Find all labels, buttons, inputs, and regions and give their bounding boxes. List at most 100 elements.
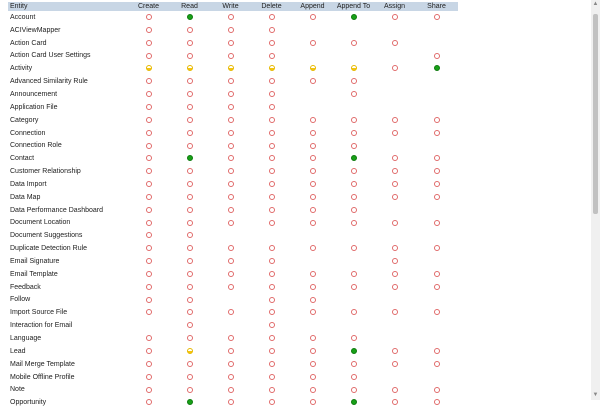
privilege-cell-delete[interactable]	[251, 127, 292, 140]
privilege-cell-delete[interactable]	[251, 281, 292, 294]
privilege-none-icon[interactable]	[186, 129, 193, 136]
privilege-cell-append[interactable]	[292, 332, 333, 345]
privilege-cell-append[interactable]	[292, 37, 333, 50]
privilege-cell-append[interactable]	[292, 62, 333, 75]
privilege-cell-append[interactable]	[292, 281, 333, 294]
privilege-cell-append-to[interactable]	[333, 204, 374, 217]
privilege-cell-share[interactable]	[415, 396, 458, 409]
privilege-cell-create[interactable]	[128, 306, 169, 319]
privilege-cell-write[interactable]	[210, 396, 251, 409]
privilege-organization-icon[interactable]	[350, 348, 357, 355]
privilege-cell-create[interactable]	[128, 396, 169, 409]
privilege-cell-write[interactable]	[210, 281, 251, 294]
privilege-organization-icon[interactable]	[433, 65, 440, 72]
privilege-organization-icon[interactable]	[186, 14, 193, 21]
privilege-none-icon[interactable]	[186, 322, 193, 329]
privilege-none-icon[interactable]	[227, 245, 234, 252]
privilege-cell-append[interactable]	[292, 345, 333, 358]
privilege-cell-create[interactable]	[128, 332, 169, 345]
privilege-cell-create[interactable]	[128, 139, 169, 152]
privilege-cell-read[interactable]	[169, 396, 210, 409]
privilege-none-icon[interactable]	[391, 155, 398, 162]
privilege-cell-delete[interactable]	[251, 24, 292, 37]
privilege-cell-write[interactable]	[210, 268, 251, 281]
privilege-cell-append[interactable]	[292, 306, 333, 319]
privilege-none-icon[interactable]	[268, 206, 275, 213]
privilege-cell-create[interactable]	[128, 358, 169, 371]
scroll-up-arrow-icon[interactable]: ▲	[591, 0, 600, 9]
privilege-none-icon[interactable]	[186, 219, 193, 226]
privilege-none-icon[interactable]	[186, 258, 193, 265]
privilege-cell-create[interactable]	[128, 255, 169, 268]
privilege-cell-write[interactable]	[210, 127, 251, 140]
privilege-cell-create[interactable]	[128, 383, 169, 396]
privilege-cell-delete[interactable]	[251, 178, 292, 191]
privilege-cell-assign[interactable]	[374, 62, 415, 75]
privilege-none-icon[interactable]	[227, 14, 234, 21]
privilege-cell-write[interactable]	[210, 371, 251, 384]
privilege-cell-read[interactable]	[169, 152, 210, 165]
privilege-none-icon[interactable]	[145, 168, 152, 175]
privilege-cell-read[interactable]	[169, 306, 210, 319]
privilege-none-icon[interactable]	[145, 26, 152, 33]
privilege-none-icon[interactable]	[268, 386, 275, 393]
privilege-cell-create[interactable]	[128, 294, 169, 307]
privilege-none-icon[interactable]	[433, 245, 440, 252]
privilege-cell-read[interactable]	[169, 242, 210, 255]
privilege-cell-delete[interactable]	[251, 37, 292, 50]
privilege-none-icon[interactable]	[227, 283, 234, 290]
privilege-none-icon[interactable]	[227, 103, 234, 110]
privilege-cell-create[interactable]	[128, 178, 169, 191]
privilege-none-icon[interactable]	[350, 78, 357, 85]
privilege-none-icon[interactable]	[268, 245, 275, 252]
privilege-cell-read[interactable]	[169, 319, 210, 332]
privilege-cell-share[interactable]	[415, 11, 458, 24]
privilege-cell-append[interactable]	[292, 139, 333, 152]
privilege-cell-create[interactable]	[128, 165, 169, 178]
privilege-none-icon[interactable]	[227, 206, 234, 213]
privilege-none-icon[interactable]	[350, 283, 357, 290]
privilege-cell-create[interactable]	[128, 37, 169, 50]
scroll-down-arrow-icon[interactable]: ▼	[591, 391, 600, 400]
privilege-none-icon[interactable]	[186, 103, 193, 110]
privilege-none-icon[interactable]	[433, 283, 440, 290]
privilege-none-icon[interactable]	[268, 219, 275, 226]
privilege-none-icon[interactable]	[145, 373, 152, 380]
privilege-cell-delete[interactable]	[251, 50, 292, 63]
privilege-none-icon[interactable]	[350, 373, 357, 380]
privilege-none-icon[interactable]	[186, 360, 193, 367]
privilege-cell-write[interactable]	[210, 62, 251, 75]
privilege-cell-share[interactable]	[415, 152, 458, 165]
privilege-user-icon[interactable]	[145, 65, 152, 72]
privilege-none-icon[interactable]	[268, 52, 275, 59]
privilege-none-icon[interactable]	[268, 373, 275, 380]
privilege-none-icon[interactable]	[433, 155, 440, 162]
privilege-cell-read[interactable]	[169, 114, 210, 127]
privilege-none-icon[interactable]	[145, 78, 152, 85]
privilege-none-icon[interactable]	[268, 399, 275, 406]
privilege-none-icon[interactable]	[350, 142, 357, 149]
privilege-cell-delete[interactable]	[251, 345, 292, 358]
privilege-cell-delete[interactable]	[251, 332, 292, 345]
privilege-cell-delete[interactable]	[251, 139, 292, 152]
privilege-none-icon[interactable]	[145, 206, 152, 213]
privilege-cell-append[interactable]	[292, 217, 333, 230]
privilege-cell-read[interactable]	[169, 255, 210, 268]
privilege-cell-append-to[interactable]	[333, 62, 374, 75]
privilege-cell-delete[interactable]	[251, 242, 292, 255]
privilege-none-icon[interactable]	[186, 373, 193, 380]
privilege-cell-write[interactable]	[210, 11, 251, 24]
privilege-cell-write[interactable]	[210, 139, 251, 152]
privilege-cell-assign[interactable]	[374, 268, 415, 281]
privilege-none-icon[interactable]	[268, 258, 275, 265]
privilege-none-icon[interactable]	[145, 270, 152, 277]
privilege-none-icon[interactable]	[309, 386, 316, 393]
privilege-none-icon[interactable]	[186, 168, 193, 175]
privilege-cell-append-to[interactable]	[333, 178, 374, 191]
privilege-cell-create[interactable]	[128, 268, 169, 281]
privilege-cell-append-to[interactable]	[333, 268, 374, 281]
privilege-none-icon[interactable]	[268, 168, 275, 175]
privilege-none-icon[interactable]	[227, 129, 234, 136]
privilege-none-icon[interactable]	[309, 348, 316, 355]
privilege-cell-read[interactable]	[169, 37, 210, 50]
